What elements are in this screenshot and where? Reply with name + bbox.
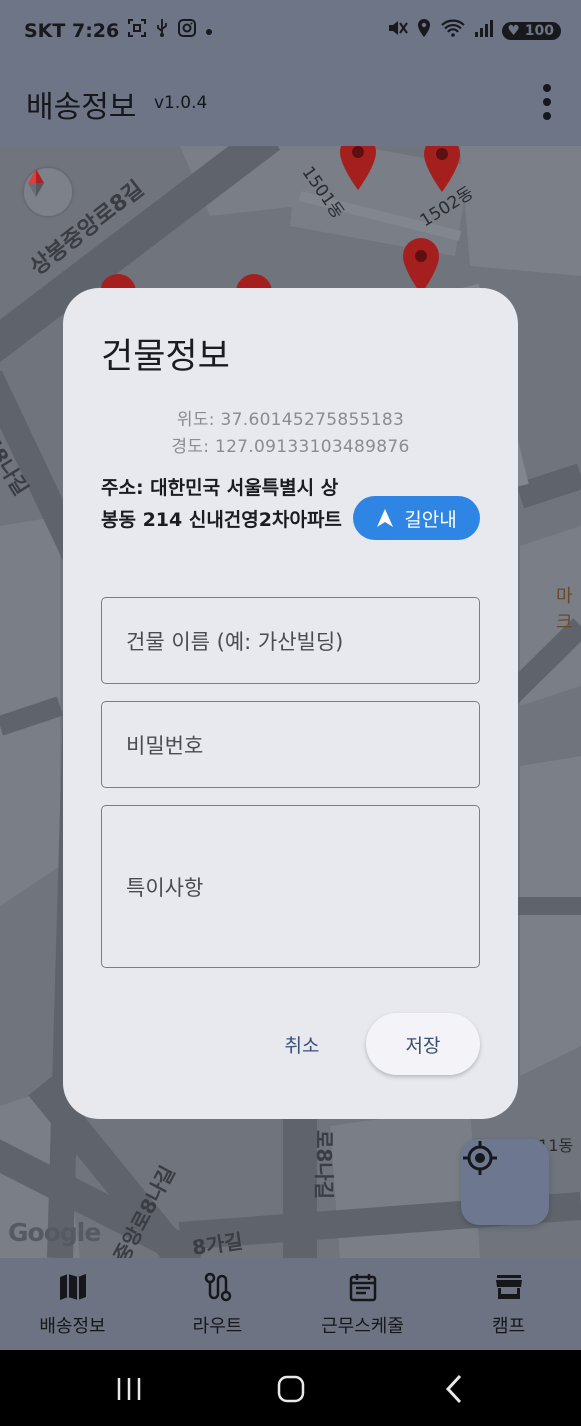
nav-label: 라우트 [192,1316,243,1337]
cancel-button[interactable]: 취소 [265,1014,339,1074]
location-icon [416,18,432,43]
dot-icon [205,20,213,41]
more-vert-icon[interactable] [541,84,553,120]
battery-icon: ♥ 100 [502,21,561,40]
my-location-button[interactable] [461,1139,549,1225]
building-info-dialog: 건물정보 위도: 37.60145275855183 경도: 127.09133… [63,288,518,1119]
wifi-icon [440,18,466,43]
google-logo: Google [8,1218,101,1247]
nav-item-camp[interactable]: 캠프 [436,1258,581,1350]
map-pin-icon[interactable] [336,146,380,192]
compass-icon[interactable] [22,166,74,218]
app-version: v1.0.4 [154,93,208,113]
notes-field[interactable]: 특이사항 [101,805,480,968]
building-name-field[interactable]: 건물 이름 (예: 가산빌딩) [101,597,480,684]
longitude-text: 경도: 127.09133103489876 [171,437,410,457]
save-button[interactable]: 저장 [366,1013,480,1075]
status-left: SKT 7:26 [24,18,213,43]
bottom-navigation: 배송정보 라우트 근무스케줄 캠프 [0,1258,581,1350]
navigate-button[interactable]: 길안내 [353,496,480,540]
latitude-text: 위도: 37.60145275855183 [176,410,405,430]
nav-item-work-schedule[interactable]: 근무스케줄 [290,1258,435,1350]
nav-label: 배송정보 [39,1316,106,1337]
map-pin-icon[interactable] [420,146,464,194]
password-placeholder: 비밀번호 [126,734,204,758]
carrier-time: SKT 7:26 [24,19,120,42]
navigate-button-label: 길안내 [404,508,457,531]
system-navigation-bar [0,1350,581,1426]
map-icon [59,1274,86,1300]
save-button-label: 저장 [405,1034,441,1057]
home-icon[interactable] [277,1375,305,1407]
building-name-placeholder: 건물 이름 (예: 가산빌딩) [126,630,344,654]
instagram-icon [177,18,197,43]
battery-level: 100 [524,22,554,39]
cancel-button-label: 취소 [284,1034,320,1057]
status-right: ♥ 100 [386,18,561,43]
address-text: 주소: 대한민국 서울특별시 상봉동 214 신내건영2차아파트 [101,477,342,531]
back-icon[interactable] [444,1374,464,1408]
password-field[interactable]: 비밀번호 [101,701,480,788]
notes-placeholder: 특이사항 [126,876,204,900]
map-road-label: 8가길 [190,1228,245,1258]
store-icon [495,1275,522,1299]
route-icon [204,1272,231,1302]
map-pin-icon[interactable] [399,236,443,296]
nav-label: 근무스케줄 [321,1316,404,1337]
map-road-label: 로8나길 [312,1130,336,1200]
signal-icon [474,19,494,42]
dialog-title: 건물정보 [101,337,230,377]
nav-label: 캠프 [491,1316,526,1337]
status-bar: SKT 7:26 ♥ 100 [0,0,581,62]
nav-item-route[interactable]: 라우트 [145,1258,290,1350]
navigation-arrow-icon [377,509,394,527]
nav-item-delivery-info[interactable]: 배송정보 [0,1258,145,1350]
usb-icon [155,18,169,43]
recents-icon[interactable] [116,1376,142,1406]
map-poi-label: 마크 [556,586,573,633]
mute-icon [386,18,409,43]
screenshot-icon [127,18,147,43]
app-bar: 배송정보 v1.0.4 [0,62,581,146]
calendar-icon [349,1274,376,1302]
app-title: 배송정보 [26,90,137,125]
crosshair-icon [463,1141,497,1175]
